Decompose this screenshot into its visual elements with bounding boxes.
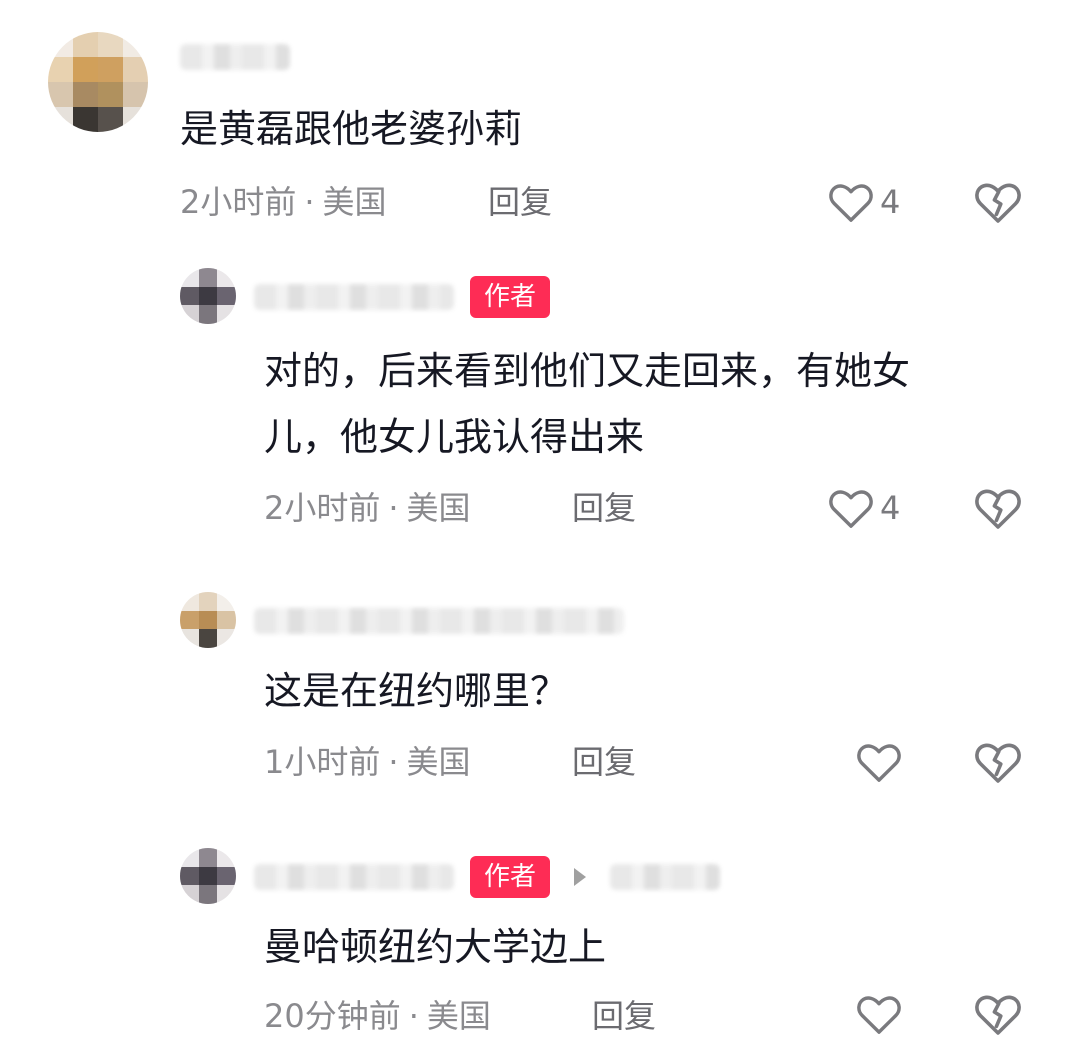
- avatar[interactable]: [180, 848, 236, 904]
- comment-location: 美国: [426, 997, 491, 1035]
- broken-heart-icon: [975, 995, 1021, 1035]
- dislike-button[interactable]: [974, 992, 1022, 1036]
- reply-to-username-blurred[interactable]: [610, 864, 720, 890]
- username-blurred[interactable]: [254, 864, 454, 890]
- like-button[interactable]: [856, 992, 902, 1036]
- heart-outline-icon: [857, 996, 901, 1034]
- comment-meta: 20分钟前 · 美国: [264, 996, 491, 1036]
- reply-button[interactable]: 回复: [592, 996, 656, 1036]
- comment-time: 20分钟前: [264, 997, 401, 1035]
- comment-item: 作者 曼哈顿纽约大学边上 20分钟前 · 美国 回复: [0, 0, 1080, 1035]
- author-badge: 作者: [470, 856, 551, 898]
- meta-separator: ·: [408, 997, 419, 1035]
- comment-text: 曼哈顿纽约大学边上: [264, 925, 607, 969]
- play-arrow-icon: [574, 868, 586, 886]
